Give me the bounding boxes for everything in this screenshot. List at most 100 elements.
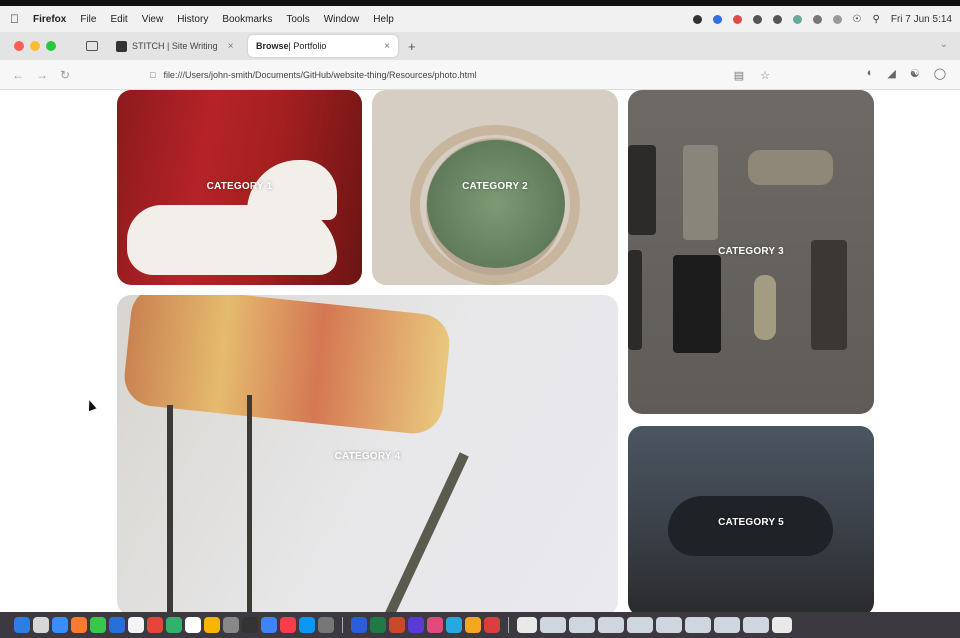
finder-icon[interactable] [14, 617, 30, 633]
close-tab-icon[interactable]: × [384, 41, 390, 52]
calendar-icon[interactable] [147, 617, 163, 633]
status-icon[interactable] [752, 14, 762, 24]
tab-title-bold: Browse [256, 41, 289, 51]
category-tile-3[interactable]: CATEGORY 3 [628, 90, 874, 414]
app-icon[interactable] [465, 617, 481, 633]
facetime-icon[interactable] [166, 617, 182, 633]
favicon-icon [116, 40, 127, 52]
menu-help[interactable]: Help [373, 14, 394, 25]
category-tile-1[interactable]: CATEGORY 1 [117, 90, 362, 285]
page-content: CATEGORY 1 CATEGORY 2 CATEGORY 3 CATEGOR… [0, 90, 960, 612]
mail-icon[interactable] [109, 617, 125, 633]
status-icon[interactable] [832, 14, 842, 24]
messages-icon[interactable] [90, 617, 106, 633]
window-thumbnail[interactable] [743, 617, 769, 633]
menu-window[interactable]: Window [324, 14, 360, 25]
window-thumbnail[interactable] [598, 617, 624, 633]
browser-navbar: ← → ↻ □ file:///Users/john-smith/Documen… [0, 60, 960, 90]
notes-icon[interactable] [204, 617, 220, 633]
object-illustration [683, 145, 718, 240]
menu-app-name[interactable]: Firefox [33, 14, 66, 25]
tile-label: CATEGORY 4 [334, 451, 401, 462]
reader-icon[interactable]: ▤ [734, 69, 744, 82]
terminal-icon[interactable] [242, 617, 258, 633]
window-thumbnail[interactable] [627, 617, 653, 633]
launchpad-icon[interactable] [33, 617, 49, 633]
minimize-window-button[interactable] [30, 41, 40, 51]
menu-edit[interactable]: Edit [110, 14, 127, 25]
menu-view[interactable]: View [142, 14, 164, 25]
menu-tools[interactable]: Tools [286, 14, 309, 25]
status-icon[interactable] [732, 14, 742, 24]
music-icon[interactable] [280, 617, 296, 633]
shield-icon[interactable]: ◐ [867, 67, 874, 80]
stand-illustration [375, 452, 469, 612]
window-controls [14, 41, 56, 51]
status-icon[interactable] [812, 14, 822, 24]
app-icon[interactable] [223, 617, 239, 633]
download-stack-icon[interactable] [517, 617, 537, 633]
close-window-button[interactable] [14, 41, 24, 51]
object-illustration [673, 255, 721, 353]
clock[interactable]: Fri 7 Jun 5:14 [891, 14, 952, 25]
sync-icon[interactable]: ☯ [910, 67, 920, 80]
search-icon[interactable]: ⚲ [873, 14, 880, 25]
vscode-icon[interactable] [261, 617, 277, 633]
firefox-icon[interactable] [71, 617, 87, 633]
star-icon[interactable]: ☆ [760, 69, 770, 82]
category-tile-2[interactable]: CATEGORY 2 [372, 90, 618, 285]
photos-icon[interactable] [128, 617, 144, 633]
status-icon[interactable] [692, 14, 702, 24]
safari-icon[interactable] [52, 617, 68, 633]
object-illustration [628, 145, 656, 235]
status-icon[interactable] [712, 14, 722, 24]
window-thumbnail[interactable] [714, 617, 740, 633]
app-icon[interactable] [446, 617, 462, 633]
category-tile-5[interactable]: CATEGORY 5 [628, 426, 874, 612]
word-icon[interactable] [351, 617, 367, 633]
menu-file[interactable]: File [80, 14, 96, 25]
back-arrow-icon[interactable]: ← [12, 68, 24, 82]
teams-icon[interactable] [408, 617, 424, 633]
dock-separator [342, 617, 343, 633]
trash-icon[interactable] [772, 617, 792, 633]
address-bar[interactable]: □ file:///Users/john-smith/Documents/Git… [150, 65, 770, 85]
maximize-window-button[interactable] [46, 41, 56, 51]
extensions-icon[interactable]: ◢ [887, 67, 895, 80]
forward-arrow-icon[interactable]: → [36, 68, 48, 82]
reminders-icon[interactable] [185, 617, 201, 633]
new-tab-button[interactable]: + [408, 39, 416, 54]
stand-illustration [247, 395, 252, 612]
window-thumbnail[interactable] [685, 617, 711, 633]
tab-stitch[interactable]: STITCH | Site Writing × [108, 35, 244, 57]
category-tile-4[interactable]: CATEGORY 4 [117, 295, 618, 612]
tab-list-chevron-icon[interactable]: ⌄ [940, 39, 948, 50]
wifi-icon[interactable]: ☉ [853, 14, 862, 25]
window-thumbnail[interactable] [569, 617, 595, 633]
tab-browse[interactable]: Browse | Portfolio × [248, 35, 398, 57]
account-icon[interactable]: ◯ [934, 67, 946, 80]
filezilla-icon[interactable] [484, 617, 500, 633]
close-tab-icon[interactable]: × [228, 41, 234, 52]
excel-icon[interactable] [370, 617, 386, 633]
reload-icon[interactable]: ↻ [60, 68, 70, 82]
app-store-icon[interactable] [299, 617, 315, 633]
app-icon[interactable] [427, 617, 443, 633]
sidebar-toggle-icon[interactable] [86, 41, 98, 51]
apple-icon[interactable]:  [10, 12, 19, 26]
status-icon[interactable] [772, 14, 782, 24]
window-thumbnail[interactable] [656, 617, 682, 633]
status-area: ☉ ⚲ Fri 7 Jun 5:14 [692, 6, 952, 32]
cactus-illustration [427, 140, 565, 268]
powerpoint-icon[interactable] [389, 617, 405, 633]
browser-tabbar: STITCH | Site Writing × Browse | Portfol… [0, 32, 960, 60]
toolbar-right: ◐ ◢ ☯ ◯ [867, 67, 946, 80]
status-icon[interactable] [792, 14, 802, 24]
tile-label: CATEGORY 2 [462, 181, 528, 192]
url-text[interactable]: file:///Users/john-smith/Documents/GitHu… [163, 70, 733, 80]
settings-icon[interactable] [318, 617, 334, 633]
tab-title-rest: | Portfolio [288, 41, 327, 51]
window-thumbnail[interactable] [540, 617, 566, 633]
menu-history[interactable]: History [177, 14, 208, 25]
menu-bookmarks[interactable]: Bookmarks [222, 14, 272, 25]
